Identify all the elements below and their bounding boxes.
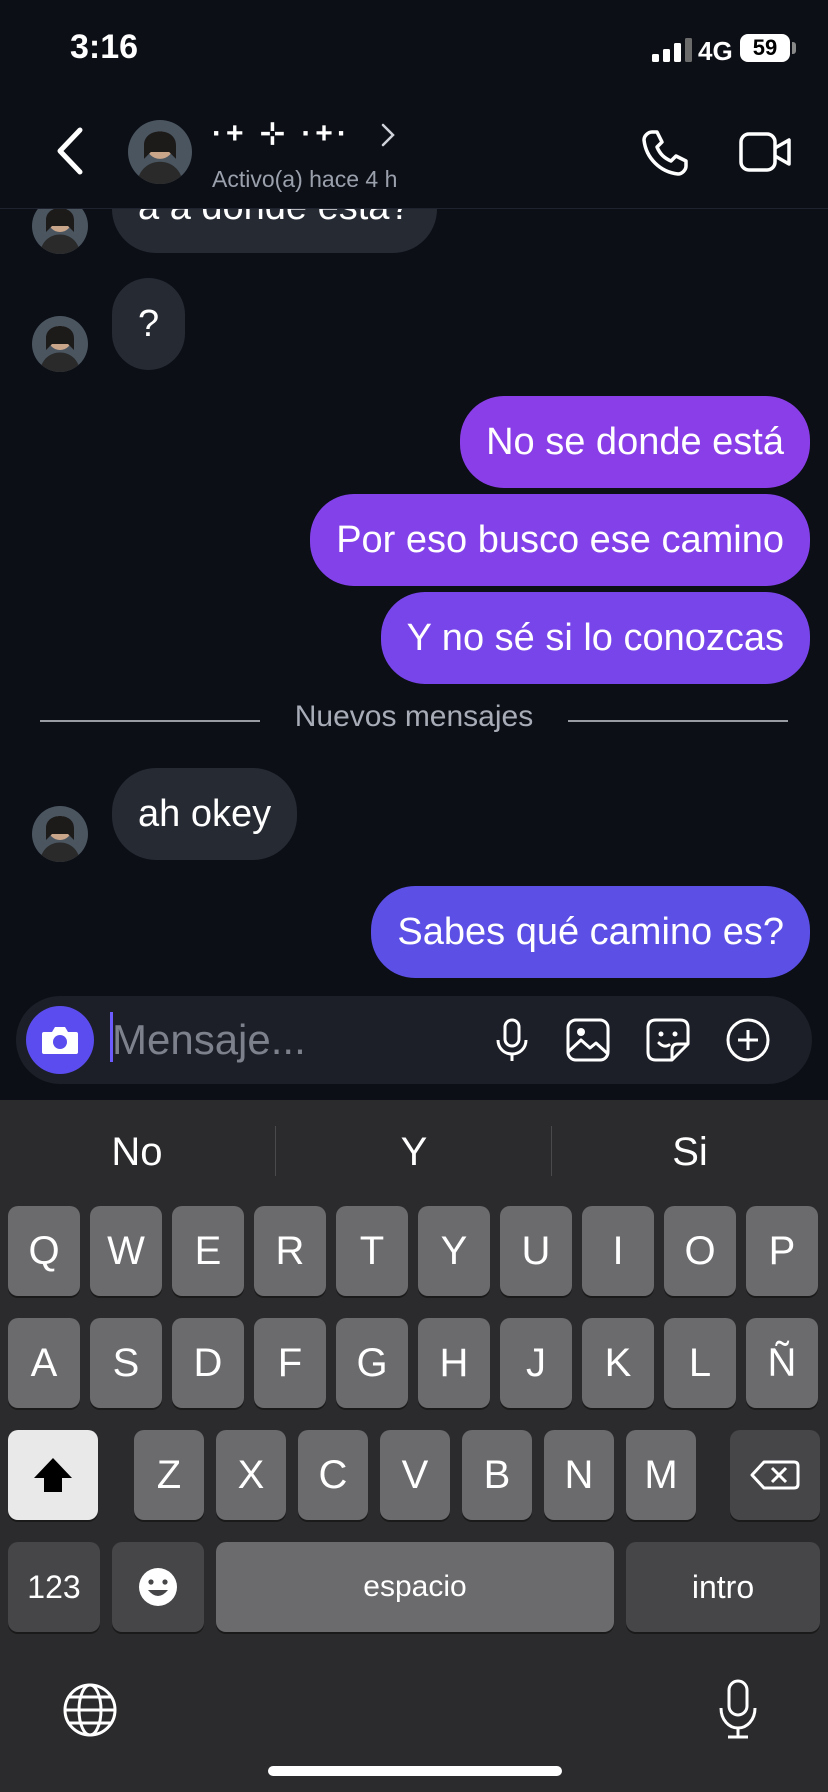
backspace-key[interactable] <box>730 1430 820 1520</box>
contact-name[interactable]: ·+ ⊹ ·+· <box>212 116 351 151</box>
globe-icon[interactable] <box>62 1682 118 1738</box>
key-u[interactable]: U <box>500 1206 572 1296</box>
video-call-icon[interactable] <box>738 128 792 176</box>
backspace-icon <box>750 1460 800 1490</box>
dictation-microphone-icon[interactable] <box>714 1678 762 1740</box>
key-g[interactable]: G <box>336 1318 408 1408</box>
key-enye[interactable]: Ñ <box>746 1318 818 1408</box>
contact-avatar <box>32 316 88 372</box>
message-bubble-outgoing[interactable]: Sabes qué camino es? <box>371 886 810 978</box>
camera-icon <box>42 1027 78 1054</box>
suggestion-1[interactable]: No <box>2 1130 272 1175</box>
microphone-icon[interactable] <box>488 1016 536 1064</box>
suggestion-separator <box>551 1126 552 1176</box>
key-j[interactable]: J <box>500 1318 572 1408</box>
message-bubble-incoming[interactable]: ? <box>112 278 186 370</box>
key-e[interactable]: E <box>172 1206 244 1296</box>
shift-icon <box>34 1458 72 1492</box>
key-m[interactable]: M <box>626 1430 696 1520</box>
key-d[interactable]: D <box>172 1318 244 1408</box>
contact-status: Activo(a) hace 4 h <box>212 166 398 192</box>
key-z[interactable]: Z <box>134 1430 204 1520</box>
status-time: 3:16 <box>70 28 139 66</box>
space-key[interactable]: espacio <box>216 1542 614 1632</box>
home-indicator[interactable] <box>268 1766 562 1776</box>
key-n[interactable]: N <box>544 1430 614 1520</box>
suggestion-separator <box>275 1126 276 1176</box>
key-c[interactable]: C <box>298 1430 368 1520</box>
message-bubble-outgoing[interactable]: No se donde está <box>460 396 810 488</box>
message-input[interactable] <box>112 1008 472 1072</box>
emoji-key[interactable] <box>112 1542 204 1632</box>
signal-icon <box>652 38 692 62</box>
chevron-right-icon[interactable] <box>380 122 396 148</box>
message-bubble-outgoing[interactable]: Y no sé si lo conozcas <box>380 592 810 684</box>
gallery-icon[interactable] <box>564 1016 612 1064</box>
camera-button[interactable] <box>26 1006 94 1074</box>
key-k[interactable]: K <box>582 1318 654 1408</box>
key-o[interactable]: O <box>664 1206 736 1296</box>
key-t[interactable]: T <box>336 1206 408 1296</box>
network-type: 4G <box>698 36 733 66</box>
key-r[interactable]: R <box>254 1206 326 1296</box>
key-f[interactable]: F <box>254 1318 326 1408</box>
return-key[interactable]: intro <box>626 1542 820 1632</box>
key-v[interactable]: V <box>380 1430 450 1520</box>
chat-header <box>0 100 828 209</box>
key-h[interactable]: H <box>418 1318 490 1408</box>
key-l[interactable]: L <box>664 1318 736 1408</box>
phone-icon[interactable] <box>640 128 690 178</box>
contact-avatar <box>32 806 88 862</box>
shift-key[interactable] <box>8 1430 98 1520</box>
new-messages-divider: Nuevos mensajes <box>294 700 534 733</box>
key-s[interactable]: S <box>90 1318 162 1408</box>
back-arrow-icon[interactable] <box>50 126 90 176</box>
battery-tip <box>792 42 796 54</box>
message-bubble-outgoing[interactable]: Por eso busco ese camino <box>310 494 810 586</box>
contact-avatar-header[interactable] <box>128 120 192 184</box>
suggestion-2[interactable]: Y <box>279 1130 549 1175</box>
sticker-icon[interactable] <box>644 1016 692 1064</box>
message-bubble-incoming[interactable]: ah okey <box>112 768 298 860</box>
key-q[interactable]: Q <box>8 1206 80 1296</box>
numbers-key[interactable]: 123 <box>8 1542 100 1632</box>
key-w[interactable]: W <box>90 1206 162 1296</box>
key-p[interactable]: P <box>746 1206 818 1296</box>
battery-icon: 59 <box>740 34 790 62</box>
divider-line-right <box>568 720 788 722</box>
key-i[interactable]: I <box>582 1206 654 1296</box>
key-b[interactable]: B <box>462 1430 532 1520</box>
key-a[interactable]: A <box>8 1318 80 1408</box>
suggestion-3[interactable]: Si <box>555 1130 825 1175</box>
key-y[interactable]: Y <box>418 1206 490 1296</box>
emoji-icon <box>139 1568 177 1606</box>
key-x[interactable]: X <box>216 1430 286 1520</box>
add-icon[interactable] <box>724 1016 772 1064</box>
